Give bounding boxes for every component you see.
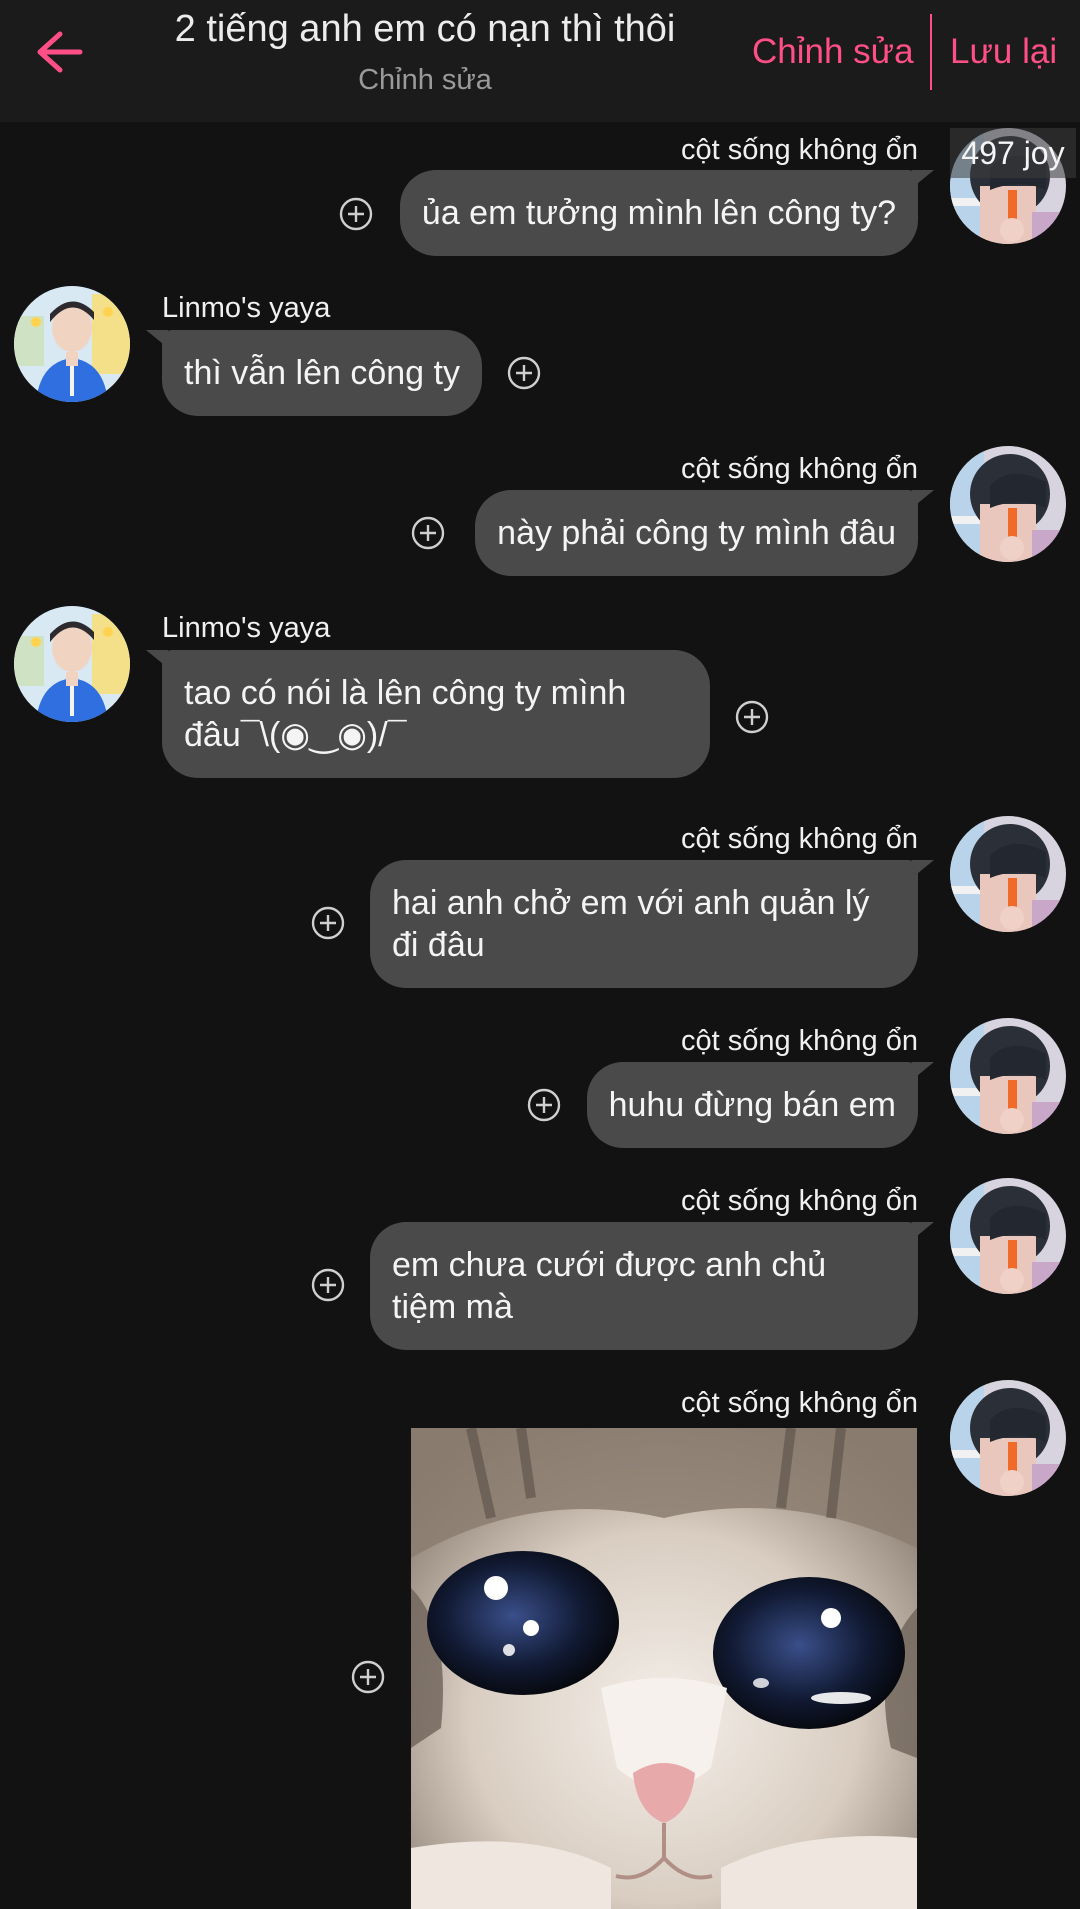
message-bubble[interactable]: ủa em tưởng mình lên công ty?: [399, 170, 935, 256]
add-circle-icon[interactable]: [339, 197, 373, 231]
sender-name: cột sống không ổn: [680, 1025, 918, 1057]
chat-subtitle: Chỉnh sửa: [358, 64, 492, 96]
avatar[interactable]: [950, 1178, 1066, 1294]
sender-name: cột sống không ổn: [680, 453, 918, 485]
overlay-label: 497 joy: [950, 128, 1076, 178]
avatar[interactable]: [950, 1018, 1066, 1134]
sender-name: Linmo's yaya: [162, 612, 331, 644]
message-bubble[interactable]: tao có nói là lên công ty mình đâu¯\(◉‿◉…: [146, 650, 710, 778]
message-bubble[interactable]: hai anh chở em với anh quản lý đi đâu: [370, 860, 934, 988]
add-circle-icon[interactable]: [507, 356, 541, 390]
save-button[interactable]: Lưu lại: [950, 32, 1057, 72]
sender-name: cột sống không ổn: [680, 823, 918, 855]
sender-name: cột sống không ổn: [680, 1185, 918, 1217]
add-circle-icon[interactable]: [351, 1660, 385, 1694]
avatar[interactable]: [14, 286, 130, 402]
avatar[interactable]: [950, 446, 1066, 562]
message-bubble[interactable]: em chưa cưới được anh chủ tiệm mà: [370, 1222, 934, 1350]
sender-name: cột sống không ổn: [680, 134, 918, 166]
add-circle-icon[interactable]: [311, 906, 345, 940]
chat-title: 2 tiếng anh em có nạn thì thôi: [174, 8, 676, 50]
message-bubble[interactable]: thì vẫn lên công ty: [146, 330, 482, 416]
back-arrow-icon[interactable]: [30, 28, 84, 76]
sender-name: cột sống không ổn: [680, 1387, 918, 1419]
add-circle-icon[interactable]: [311, 1268, 345, 1302]
avatar[interactable]: [950, 816, 1066, 932]
add-circle-icon[interactable]: [735, 700, 769, 734]
add-circle-icon[interactable]: [411, 516, 445, 550]
avatar[interactable]: [14, 606, 130, 722]
crying-cat-image[interactable]: [411, 1428, 917, 1909]
avatar[interactable]: [950, 1380, 1066, 1496]
header-divider: [930, 14, 932, 90]
top-bar: 2 tiếng anh em có nạn thì thôi Chỉnh sửa…: [0, 0, 1080, 122]
edit-button[interactable]: Chỉnh sửa: [752, 32, 914, 72]
add-circle-icon[interactable]: [527, 1088, 561, 1122]
message-bubble[interactable]: này phải công ty mình đâu: [475, 490, 934, 576]
sender-name: Linmo's yaya: [162, 292, 331, 324]
message-bubble[interactable]: huhu đừng bán em: [586, 1062, 935, 1148]
